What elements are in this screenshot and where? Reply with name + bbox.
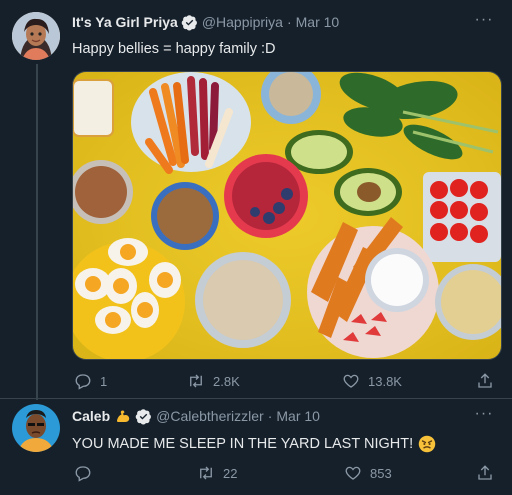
like-button[interactable]: 13.8K bbox=[342, 371, 402, 391]
tweet-text: YOU MADE ME SLEEP IN THE YARD LAST NIGHT… bbox=[72, 436, 414, 452]
flexed-biceps-icon bbox=[117, 410, 130, 422]
heart-icon bbox=[343, 374, 359, 388]
thread-line bbox=[36, 64, 38, 400]
tweet-header: Caleb @Calebtherizzler · Mar 10 bbox=[72, 406, 320, 426]
avatar[interactable] bbox=[12, 12, 60, 60]
retweet-count: 22 bbox=[223, 465, 238, 481]
share-icon bbox=[478, 465, 492, 480]
retweet-button[interactable]: 22 bbox=[197, 463, 237, 483]
tweet-text: Happy bellies = happy family :D bbox=[72, 41, 276, 57]
reply-button[interactable]: 1 bbox=[74, 371, 107, 391]
separator-dot: · bbox=[286, 14, 292, 30]
angry-face-icon bbox=[418, 435, 436, 453]
verified-badge-icon bbox=[135, 408, 152, 424]
author-handle[interactable]: @Calebtherizzler bbox=[156, 408, 264, 424]
retweet-icon bbox=[200, 466, 212, 480]
share-button[interactable] bbox=[476, 371, 502, 391]
author-name[interactable]: Caleb bbox=[72, 408, 110, 424]
author-name[interactable]: It's Ya Girl Priya bbox=[72, 14, 178, 30]
reply-count: 1 bbox=[100, 373, 108, 389]
reply-icon bbox=[75, 374, 91, 390]
tweet-text-row: YOU MADE ME SLEEP IN THE YARD LAST NIGHT… bbox=[72, 435, 436, 453]
reply-icon bbox=[75, 466, 91, 482]
like-count: 853 bbox=[370, 465, 392, 481]
retweet-icon bbox=[190, 374, 202, 388]
tweet-2[interactable]: Caleb @Calebtherizzler · Mar 10 ··· YOU … bbox=[0, 399, 512, 495]
tweet-actions: 1 2.8K 13.8K bbox=[72, 371, 500, 391]
tweet-actions: 22 853 bbox=[72, 463, 500, 483]
tweet-1[interactable]: It's Ya Girl Priya @Happipriya · Mar 10 … bbox=[0, 0, 512, 400]
share-button[interactable] bbox=[476, 463, 502, 483]
more-options-icon[interactable]: ··· bbox=[474, 12, 494, 34]
separator-dot: · bbox=[267, 408, 273, 424]
heart-icon bbox=[345, 466, 361, 480]
reply-button[interactable] bbox=[74, 463, 100, 483]
verified-badge-icon bbox=[181, 14, 197, 30]
tweet-image[interactable] bbox=[72, 71, 502, 360]
like-count: 13.8K bbox=[368, 373, 402, 389]
retweet-button[interactable]: 2.8K bbox=[187, 371, 240, 391]
like-button[interactable]: 853 bbox=[344, 463, 392, 483]
retweet-count: 2.8K bbox=[213, 373, 240, 389]
avatar[interactable] bbox=[12, 404, 60, 452]
tweet-date[interactable]: Mar 10 bbox=[296, 14, 340, 30]
share-icon bbox=[478, 373, 492, 388]
author-handle[interactable]: @Happipriya bbox=[202, 14, 283, 30]
tweet-header: It's Ya Girl Priya @Happipriya · Mar 10 bbox=[72, 12, 339, 32]
more-options-icon[interactable]: ··· bbox=[474, 406, 494, 428]
tweet-date[interactable]: Mar 10 bbox=[276, 408, 320, 424]
